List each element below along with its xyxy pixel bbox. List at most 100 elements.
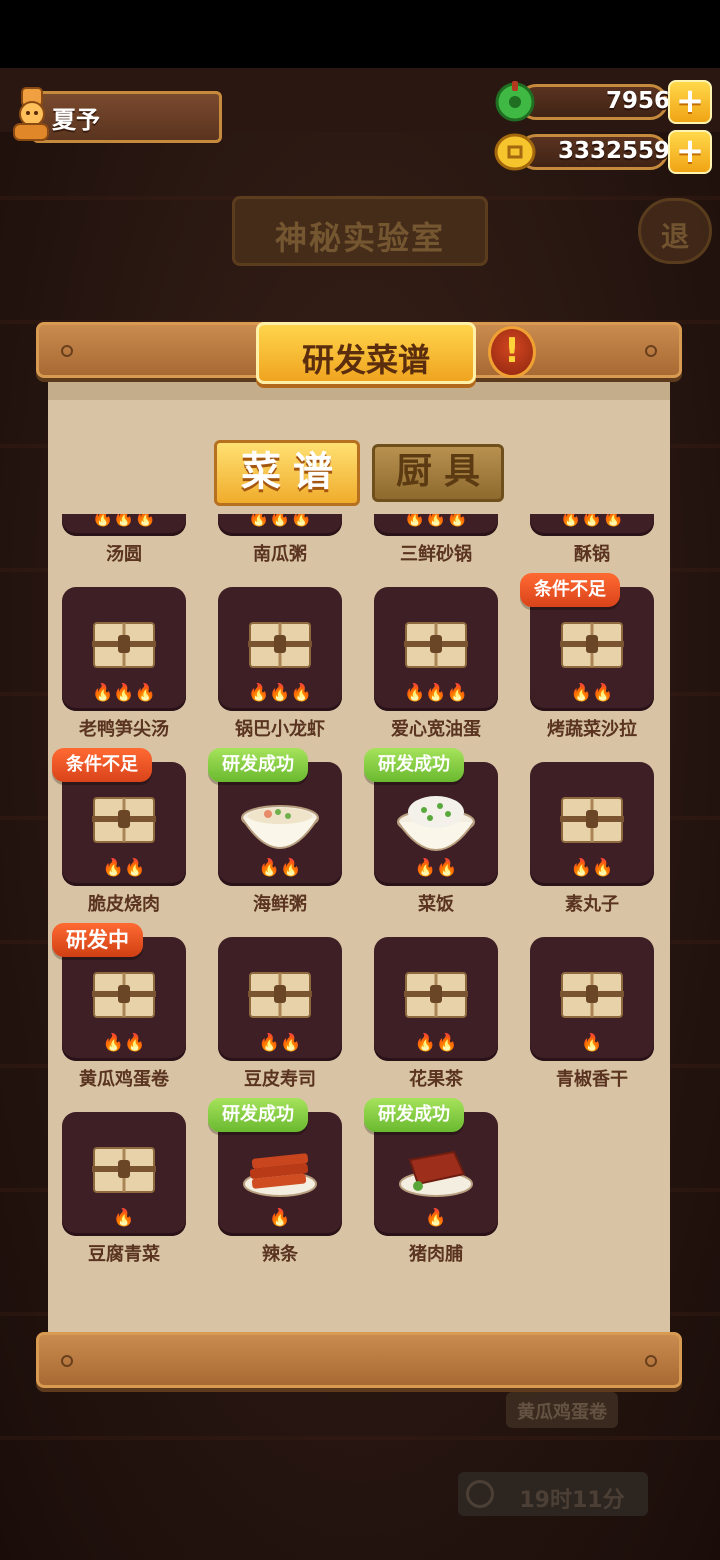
heat-level-fire-icon: 🔥🔥 bbox=[102, 1033, 146, 1053]
recipe-tile: 🔥🔥 bbox=[218, 937, 342, 1061]
rod-knob bbox=[61, 345, 73, 357]
clock-icon bbox=[466, 1480, 494, 1508]
recipe-name: 脆皮烧肉 bbox=[88, 894, 160, 915]
tab-recipes[interactable]: 菜谱 bbox=[214, 440, 360, 506]
coin-amount: 3332559 bbox=[557, 138, 670, 164]
add-jade-button[interactable]: + bbox=[668, 80, 712, 124]
rice-dish-icon bbox=[394, 788, 478, 858]
recipe-card[interactable]: 🔥 辣条 研发成功 bbox=[208, 1098, 342, 1280]
recipe-tile: 🔥🔥🔥 bbox=[62, 587, 186, 711]
recipe-card[interactable]: 🔥🔥 脆皮烧肉 条件不足 bbox=[52, 748, 186, 930]
recipe-name: 青椒香干 bbox=[556, 1069, 628, 1090]
heat-level-fire-icon: 🔥🔥 bbox=[570, 683, 614, 703]
info-button[interactable]: ! bbox=[488, 326, 536, 378]
heat-level-fire-icon: 🔥🔥🔥 bbox=[404, 683, 468, 703]
heat-level-fire-icon: 🔥🔥 bbox=[258, 858, 302, 878]
recipe-status-badge: 研发成功 bbox=[208, 1098, 308, 1132]
heat-level-fire-icon: 🔥 bbox=[581, 1033, 603, 1053]
recipe-scroll-icon bbox=[90, 1142, 158, 1198]
recipe-name: 猪肉脯 bbox=[409, 1244, 463, 1265]
tab-tools[interactable]: 厨具 bbox=[372, 444, 504, 502]
add-coin-button[interactable]: + bbox=[668, 130, 712, 174]
recipe-name: 素丸子 bbox=[565, 894, 619, 915]
recipe-scroll-icon bbox=[246, 617, 314, 673]
recipe-scroll-icon bbox=[246, 967, 314, 1023]
room-title: 神秘实验室 bbox=[274, 219, 445, 257]
heat-level-fire-icon: 🔥🔥 bbox=[414, 1033, 458, 1053]
recipe-name: 酥锅 bbox=[574, 544, 610, 565]
recipe-card[interactable]: 🔥🔥 海鲜粥 研发成功 bbox=[208, 748, 342, 930]
heat-level-fire-icon: 🔥🔥 bbox=[414, 858, 458, 878]
player-name: 夏予 bbox=[52, 106, 100, 134]
recipe-tile: 🔥 bbox=[62, 1112, 186, 1236]
recipe-status-badge: 研发成功 bbox=[364, 1098, 464, 1132]
recipe-tile: 🔥🔥🔥 bbox=[218, 514, 342, 536]
recipe-card[interactable]: 🔥🔥🔥 酥锅 bbox=[530, 514, 654, 580]
recipe-name: 黄瓜鸡蛋卷 bbox=[79, 1069, 169, 1090]
recipe-scroll-icon bbox=[558, 617, 626, 673]
recipe-card[interactable]: 🔥 青椒香干 bbox=[530, 937, 654, 1105]
recipe-scroll-icon bbox=[90, 792, 158, 848]
recipe-tile: 🔥🔥 bbox=[374, 937, 498, 1061]
recipe-name: 老鸭笋尖汤 bbox=[79, 719, 169, 740]
heat-level-fire-icon: 🔥🔥🔥 bbox=[248, 514, 312, 528]
background-recipe-tag: 黄瓜鸡蛋卷 bbox=[506, 1392, 618, 1428]
recipe-tile: 🔥🔥 bbox=[530, 762, 654, 886]
rod-knob bbox=[61, 1355, 73, 1367]
coin-icon bbox=[494, 133, 536, 171]
recipe-card[interactable]: 🔥🔥 黄瓜鸡蛋卷 研发中 bbox=[52, 923, 186, 1105]
jerky-dish-icon bbox=[394, 1138, 478, 1208]
heat-level-fire-icon: 🔥🔥 bbox=[570, 858, 614, 878]
recipe-card[interactable]: 🔥 豆腐青菜 bbox=[62, 1112, 186, 1280]
heat-level-fire-icon: 🔥 bbox=[113, 1208, 135, 1228]
latiao-dish-icon bbox=[238, 1138, 322, 1208]
recipe-name: 汤圆 bbox=[106, 544, 142, 565]
recipe-scroll-icon bbox=[402, 617, 470, 673]
status-bar bbox=[0, 0, 720, 68]
recipe-card[interactable]: 🔥🔥🔥 三鲜砂锅 bbox=[374, 514, 498, 580]
jade-icon bbox=[495, 81, 535, 122]
recipe-card[interactable]: 🔥🔥 花果茶 bbox=[374, 937, 498, 1105]
exit-label: 退 bbox=[660, 220, 689, 253]
recipe-card[interactable]: 🔥🔥 菜饭 研发成功 bbox=[364, 748, 498, 930]
recipe-grid[interactable]: 🔥🔥🔥 汤圆 🔥🔥🔥 南瓜粥 🔥🔥🔥 三鲜砂锅 🔥🔥🔥 酥锅 🔥🔥🔥 老鸭笋尖汤 🔥🔥🔥 锅巴小龙虾 🔥… bbox=[48, 514, 670, 1314]
recipe-card[interactable]: 🔥🔥🔥 南瓜粥 bbox=[218, 514, 342, 580]
panel-title: 研发菜谱 bbox=[301, 341, 430, 379]
jade-currency: 7956 + bbox=[494, 80, 716, 124]
recipe-tile: 🔥🔥🔥 bbox=[62, 514, 186, 536]
recipe-card[interactable]: 🔥🔥🔥 爱心宽油蛋 bbox=[374, 587, 498, 755]
recipe-card[interactable]: 🔥🔥🔥 汤圆 bbox=[62, 514, 186, 580]
recipe-status-badge: 条件不足 bbox=[520, 573, 620, 607]
recipe-name: 锅巴小龙虾 bbox=[235, 719, 325, 740]
recipe-card[interactable]: 🔥🔥 素丸子 bbox=[530, 762, 654, 930]
recipe-status-badge: 研发成功 bbox=[364, 748, 464, 782]
rod-knob bbox=[645, 1355, 657, 1367]
recipe-name: 豆皮寿司 bbox=[244, 1069, 316, 1090]
room-title-plate: 神秘实验室 bbox=[232, 196, 488, 266]
coin-currency: 3332559 + bbox=[494, 130, 716, 174]
recipe-card[interactable]: 🔥🔥 豆皮寿司 bbox=[218, 937, 342, 1105]
heat-level-fire-icon: 🔥🔥🔥 bbox=[404, 514, 468, 528]
recipe-tile: 🔥🔥🔥 bbox=[374, 514, 498, 536]
recipe-status-badge: 条件不足 bbox=[52, 748, 152, 782]
background-timer: 19时11分 bbox=[458, 1472, 648, 1516]
recipe-card[interactable]: 🔥🔥🔥 锅巴小龙虾 bbox=[218, 587, 342, 755]
recipe-scroll-icon bbox=[402, 967, 470, 1023]
exit-button: 退 bbox=[638, 198, 712, 264]
heat-level-fire-icon: 🔥🔥🔥 bbox=[92, 683, 156, 703]
heat-level-fire-icon: 🔥🔥 bbox=[258, 1033, 302, 1053]
recipe-card[interactable]: 🔥🔥🔥 老鸭笋尖汤 bbox=[62, 587, 186, 755]
recipe-tile: 🔥 bbox=[530, 937, 654, 1061]
porridge-dish-icon bbox=[238, 788, 322, 858]
heat-level-fire-icon: 🔥🔥🔥 bbox=[92, 514, 156, 528]
player-badge[interactable]: 夏予 bbox=[6, 86, 222, 144]
recipe-name: 烤蔬菜沙拉 bbox=[547, 719, 637, 740]
recipe-card[interactable]: 🔥🔥 烤蔬菜沙拉 条件不足 bbox=[520, 573, 654, 755]
chef-avatar-icon bbox=[13, 87, 49, 141]
recipe-name: 南瓜粥 bbox=[253, 544, 307, 565]
heat-level-fire-icon: 🔥🔥🔥 bbox=[248, 683, 312, 703]
recipe-status-badge: 研发中 bbox=[52, 923, 143, 957]
rod-knob bbox=[645, 345, 657, 357]
recipe-card[interactable]: 🔥 猪肉脯 研发成功 bbox=[364, 1098, 498, 1280]
recipe-scroll-icon bbox=[90, 967, 158, 1023]
